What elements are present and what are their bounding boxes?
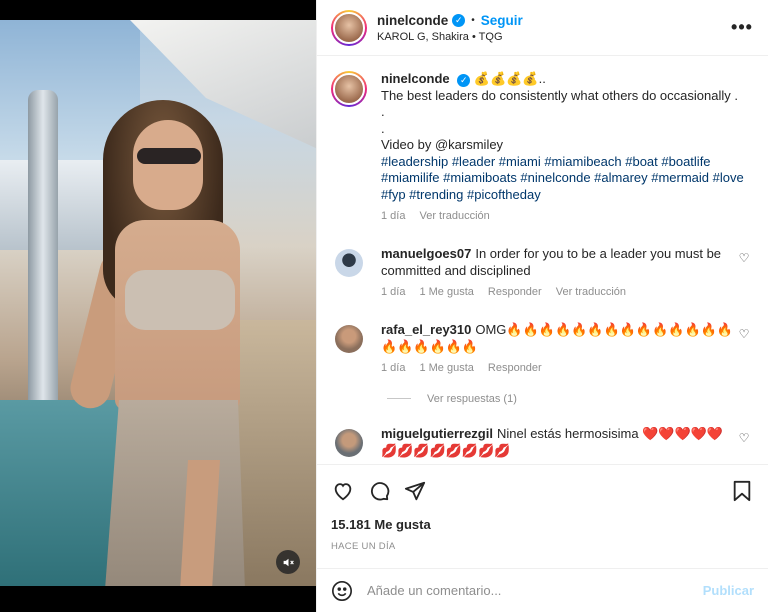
mute-icon: [283, 558, 294, 566]
comment-input[interactable]: [367, 583, 703, 598]
post-modal: ninelconde ✓ • Seguir KAROL G, Shakira •…: [0, 0, 768, 612]
share-icon[interactable]: [403, 479, 427, 503]
comment-icon[interactable]: [367, 479, 391, 503]
mute-button[interactable]: [276, 550, 300, 574]
caption-text: The best leaders do consistently what ot…: [381, 87, 738, 103]
post-video[interactable]: [0, 20, 316, 586]
comment-heart-icon[interactable]: ♡: [734, 327, 754, 377]
view-replies-label: Ver respuestas (1): [427, 392, 517, 405]
heart-icon[interactable]: [331, 479, 355, 503]
comment-item: manuelgoes07 In order for you to be a lea…: [331, 245, 754, 301]
emoji-icon[interactable]: [331, 580, 353, 602]
replies-divider: [387, 398, 411, 399]
caption-emoji: 💰💰💰💰..: [473, 71, 546, 86]
avatar[interactable]: [331, 71, 367, 107]
save-icon[interactable]: [730, 479, 754, 503]
comments-list[interactable]: ninelconde ✓ 💰💰💰💰.. The best leaders do …: [317, 57, 768, 463]
avatar[interactable]: [335, 324, 363, 353]
comment-heart-icon[interactable]: ♡: [734, 431, 754, 459]
post-media[interactable]: [0, 0, 316, 612]
comment-likes[interactable]: 1 Me gusta: [419, 284, 473, 301]
username-link[interactable]: ninelconde: [377, 13, 448, 28]
translate-link[interactable]: Ver traducción: [419, 208, 489, 225]
caption-hashtags[interactable]: #leadership #leader #miami #miamibeach #…: [381, 154, 754, 204]
post-header: ninelconde ✓ • Seguir KAROL G, Shakira •…: [317, 0, 768, 56]
add-comment-bar: Publicar: [317, 568, 768, 612]
caption-text: .: [381, 120, 385, 136]
caption: ninelconde ✓ 💰💰💰💰.. The best leaders do …: [331, 71, 754, 225]
person-figure: [66, 100, 260, 586]
audio-label[interactable]: KAROL G, Shakira • TQG: [377, 31, 730, 43]
translate-link[interactable]: Ver traducción: [556, 284, 626, 301]
avatar[interactable]: [335, 248, 363, 277]
post-actions: 15.181 Me gusta HACE UN DÍA: [317, 464, 768, 552]
avatar[interactable]: [331, 9, 367, 46]
publish-button[interactable]: Publicar: [703, 583, 754, 598]
post-panel: ninelconde ✓ • Seguir KAROL G, Shakira •…: [316, 0, 768, 612]
more-icon[interactable]: •••: [730, 17, 754, 38]
comment-username[interactable]: miguelgutierrezgil: [381, 426, 493, 441]
verified-icon: ✓: [457, 73, 471, 87]
comment-likes[interactable]: 1 Me gusta: [419, 360, 473, 377]
caption-credit: Video by @karsmiley: [381, 137, 504, 152]
separator-dot: •: [471, 14, 475, 26]
reply-button[interactable]: Responder: [488, 360, 542, 377]
likes-count[interactable]: 15.181 Me gusta: [331, 517, 754, 532]
avatar[interactable]: [335, 428, 363, 457]
caption-text: .: [381, 104, 385, 119]
comment-username[interactable]: manuelgoes07: [381, 246, 471, 261]
view-replies-button[interactable]: Ver respuestas (1): [387, 393, 754, 405]
follow-button[interactable]: Seguir: [481, 13, 523, 28]
post-time: HACE UN DÍA: [331, 541, 396, 552]
comment-heart-icon[interactable]: ♡: [734, 251, 754, 301]
comment-item: rafa_el_rey310 OMG🔥🔥🔥🔥🔥🔥🔥🔥🔥🔥🔥🔥🔥🔥🔥🔥🔥🔥🔥🔥 1 …: [331, 321, 754, 377]
comment-username[interactable]: rafa_el_rey310: [381, 322, 471, 337]
comment-item: miguelgutierrezgil Ninel estás hermosisim…: [331, 425, 754, 459]
caption-time: 1 día: [381, 210, 406, 222]
verified-icon: ✓: [452, 13, 466, 27]
reply-button[interactable]: Responder: [488, 284, 542, 301]
comment-time: 1 día: [381, 285, 406, 298]
caption-username[interactable]: ninelconde: [381, 71, 450, 86]
comment-time: 1 día: [381, 361, 406, 374]
